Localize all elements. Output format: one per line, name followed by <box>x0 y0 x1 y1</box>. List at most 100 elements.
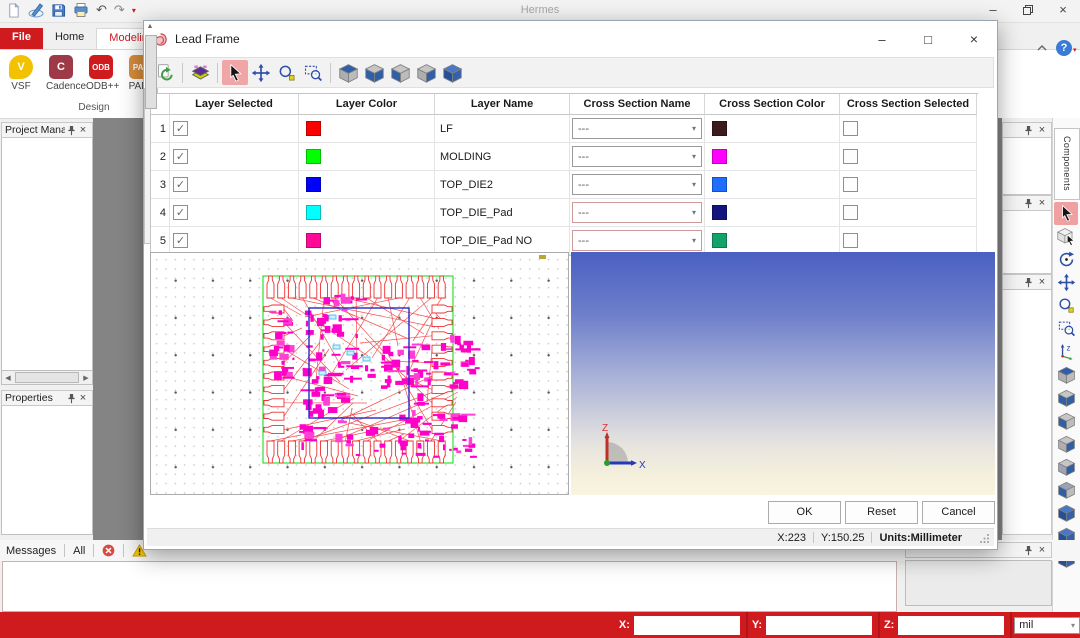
help-icon[interactable]: ? <box>1056 40 1072 56</box>
close-icon[interactable]: × <box>1036 276 1048 288</box>
select-body-icon[interactable] <box>1054 225 1078 248</box>
horizontal-scrollbar[interactable]: ◀ ▶ <box>1 371 93 385</box>
cross-section-color-swatch[interactable] <box>712 177 727 192</box>
leadframe-2d-viewport[interactable] <box>150 252 569 495</box>
cross-section-name-dropdown[interactable]: ---▾ <box>572 174 702 195</box>
close-icon[interactable]: × <box>77 124 89 136</box>
layer-color-swatch[interactable] <box>306 233 321 248</box>
odb-button[interactable]: ODB ODB++ <box>86 55 116 92</box>
zoom-icon[interactable] <box>1054 294 1078 317</box>
zoom-tool-icon[interactable] <box>274 60 300 85</box>
layer-color-swatch[interactable] <box>306 149 321 164</box>
dialog-title-bar[interactable]: Lead Frame – □ × <box>144 21 997 57</box>
view-top-icon[interactable] <box>1054 363 1078 386</box>
select-tool-icon[interactable] <box>1054 202 1078 225</box>
cross-section-selected-checkbox[interactable] <box>843 233 858 248</box>
cross-section-selected-checkbox[interactable] <box>843 149 858 164</box>
dialog-close-button[interactable]: × <box>959 31 989 47</box>
ok-button[interactable]: OK <box>768 501 841 524</box>
project-manager-tree[interactable] <box>1 138 93 371</box>
layer-selected-checkbox[interactable] <box>173 205 188 220</box>
pin-icon[interactable] <box>65 125 77 136</box>
scroll-up-icon[interactable]: ▲ <box>144 23 156 30</box>
pin-icon[interactable] <box>65 393 77 404</box>
layer-selected-checkbox[interactable] <box>173 121 188 136</box>
properties-content[interactable] <box>1 406 93 535</box>
pin-icon[interactable] <box>1024 545 1036 556</box>
cross-section-name-dropdown[interactable]: ---▾ <box>572 202 702 223</box>
zoom-window-icon[interactable] <box>1054 317 1078 340</box>
pin-icon[interactable] <box>1024 125 1036 136</box>
cross-section-color-swatch[interactable] <box>712 205 727 220</box>
cross-section-name-dropdown[interactable]: ---▾ <box>572 118 702 139</box>
view-left-icon[interactable] <box>387 60 413 85</box>
bottom-right-panel-body <box>905 560 1052 606</box>
view-back-icon[interactable] <box>1054 478 1078 501</box>
select-tool-icon[interactable] <box>222 60 248 85</box>
tab-file[interactable]: File <box>0 28 43 50</box>
dialog-minimize-button[interactable]: – <box>867 32 897 47</box>
zoom-window-tool-icon[interactable] <box>300 60 326 85</box>
window-close-button[interactable]: × <box>1052 2 1074 18</box>
view-right-icon[interactable] <box>1054 432 1078 455</box>
errors-filter-icon[interactable] <box>102 544 115 557</box>
view-top-icon[interactable] <box>335 60 361 85</box>
cross-section-color-swatch[interactable] <box>712 149 727 164</box>
layer-color-swatch[interactable] <box>306 205 321 220</box>
close-icon[interactable]: × <box>1036 544 1048 556</box>
view-right-icon[interactable] <box>413 60 439 85</box>
view-front-icon[interactable] <box>1054 455 1078 478</box>
help-dropdown-icon[interactable]: ▾ <box>1073 46 1077 54</box>
y-coordinate-input[interactable] <box>766 616 872 635</box>
scroll-right-icon[interactable]: ▶ <box>80 374 92 382</box>
view-bottom-icon[interactable] <box>1054 386 1078 409</box>
layers-icon[interactable] <box>187 60 213 85</box>
z-axis-view-icon[interactable] <box>1054 340 1078 363</box>
cross-section-color-swatch[interactable] <box>712 121 727 136</box>
scroll-left-icon[interactable]: ◀ <box>2 374 14 382</box>
view-iso-icon[interactable] <box>439 60 465 85</box>
tab-messages[interactable]: Messages <box>6 545 56 557</box>
scrollbar-thumb[interactable] <box>145 35 157 109</box>
pin-icon[interactable] <box>1024 198 1036 209</box>
close-icon[interactable]: × <box>77 392 89 404</box>
window-minimize-button[interactable]: – <box>982 2 1004 18</box>
z-coordinate-input[interactable] <box>898 616 1004 635</box>
cross-section-name-dropdown[interactable]: ---▾ <box>572 230 702 251</box>
pan-tool-icon[interactable] <box>248 60 274 85</box>
layer-selected-checkbox[interactable] <box>173 177 188 192</box>
x-coordinate-input[interactable] <box>634 616 740 635</box>
layer-selected-checkbox[interactable] <box>173 149 188 164</box>
close-icon[interactable]: × <box>1036 197 1048 209</box>
cross-section-selected-checkbox[interactable] <box>843 177 858 192</box>
view-bottom-icon[interactable] <box>361 60 387 85</box>
pin-icon[interactable] <box>1024 277 1036 288</box>
dialog-maximize-button[interactable]: □ <box>913 32 943 47</box>
cancel-button[interactable]: Cancel <box>922 501 995 524</box>
vsf-button[interactable]: V VSF <box>6 55 36 92</box>
layer-color-swatch[interactable] <box>306 177 321 192</box>
tab-all[interactable]: All <box>73 545 85 557</box>
view-left-icon[interactable] <box>1054 409 1078 432</box>
close-icon[interactable]: × <box>1036 124 1048 136</box>
rotate-view-icon[interactable] <box>1054 248 1078 271</box>
pan-view-icon[interactable] <box>1054 271 1078 294</box>
tab-components[interactable]: Components <box>1054 128 1080 200</box>
layer-selected-checkbox[interactable] <box>173 233 188 248</box>
cadence-button[interactable]: C Cadence <box>46 55 76 92</box>
cross-section-color-swatch[interactable] <box>712 233 727 248</box>
resize-grip-icon[interactable] <box>980 533 990 543</box>
messages-output[interactable] <box>2 561 897 612</box>
cross-section-name-dropdown[interactable]: ---▾ <box>572 146 702 167</box>
collapse-ribbon-icon[interactable] <box>1036 44 1048 52</box>
unit-dropdown[interactable]: mil ▾ <box>1014 617 1080 634</box>
scrollbar-thumb[interactable] <box>15 372 79 383</box>
preview-3d-viewport[interactable]: Z X <box>571 252 995 495</box>
cross-section-selected-checkbox[interactable] <box>843 205 858 220</box>
cross-section-selected-checkbox[interactable] <box>843 121 858 136</box>
window-restore-button[interactable] <box>1022 4 1034 16</box>
view-iso-1-icon[interactable] <box>1054 501 1078 524</box>
tab-home[interactable]: Home <box>43 28 96 50</box>
layer-color-swatch[interactable] <box>306 121 321 136</box>
reset-button[interactable]: Reset <box>845 501 918 524</box>
